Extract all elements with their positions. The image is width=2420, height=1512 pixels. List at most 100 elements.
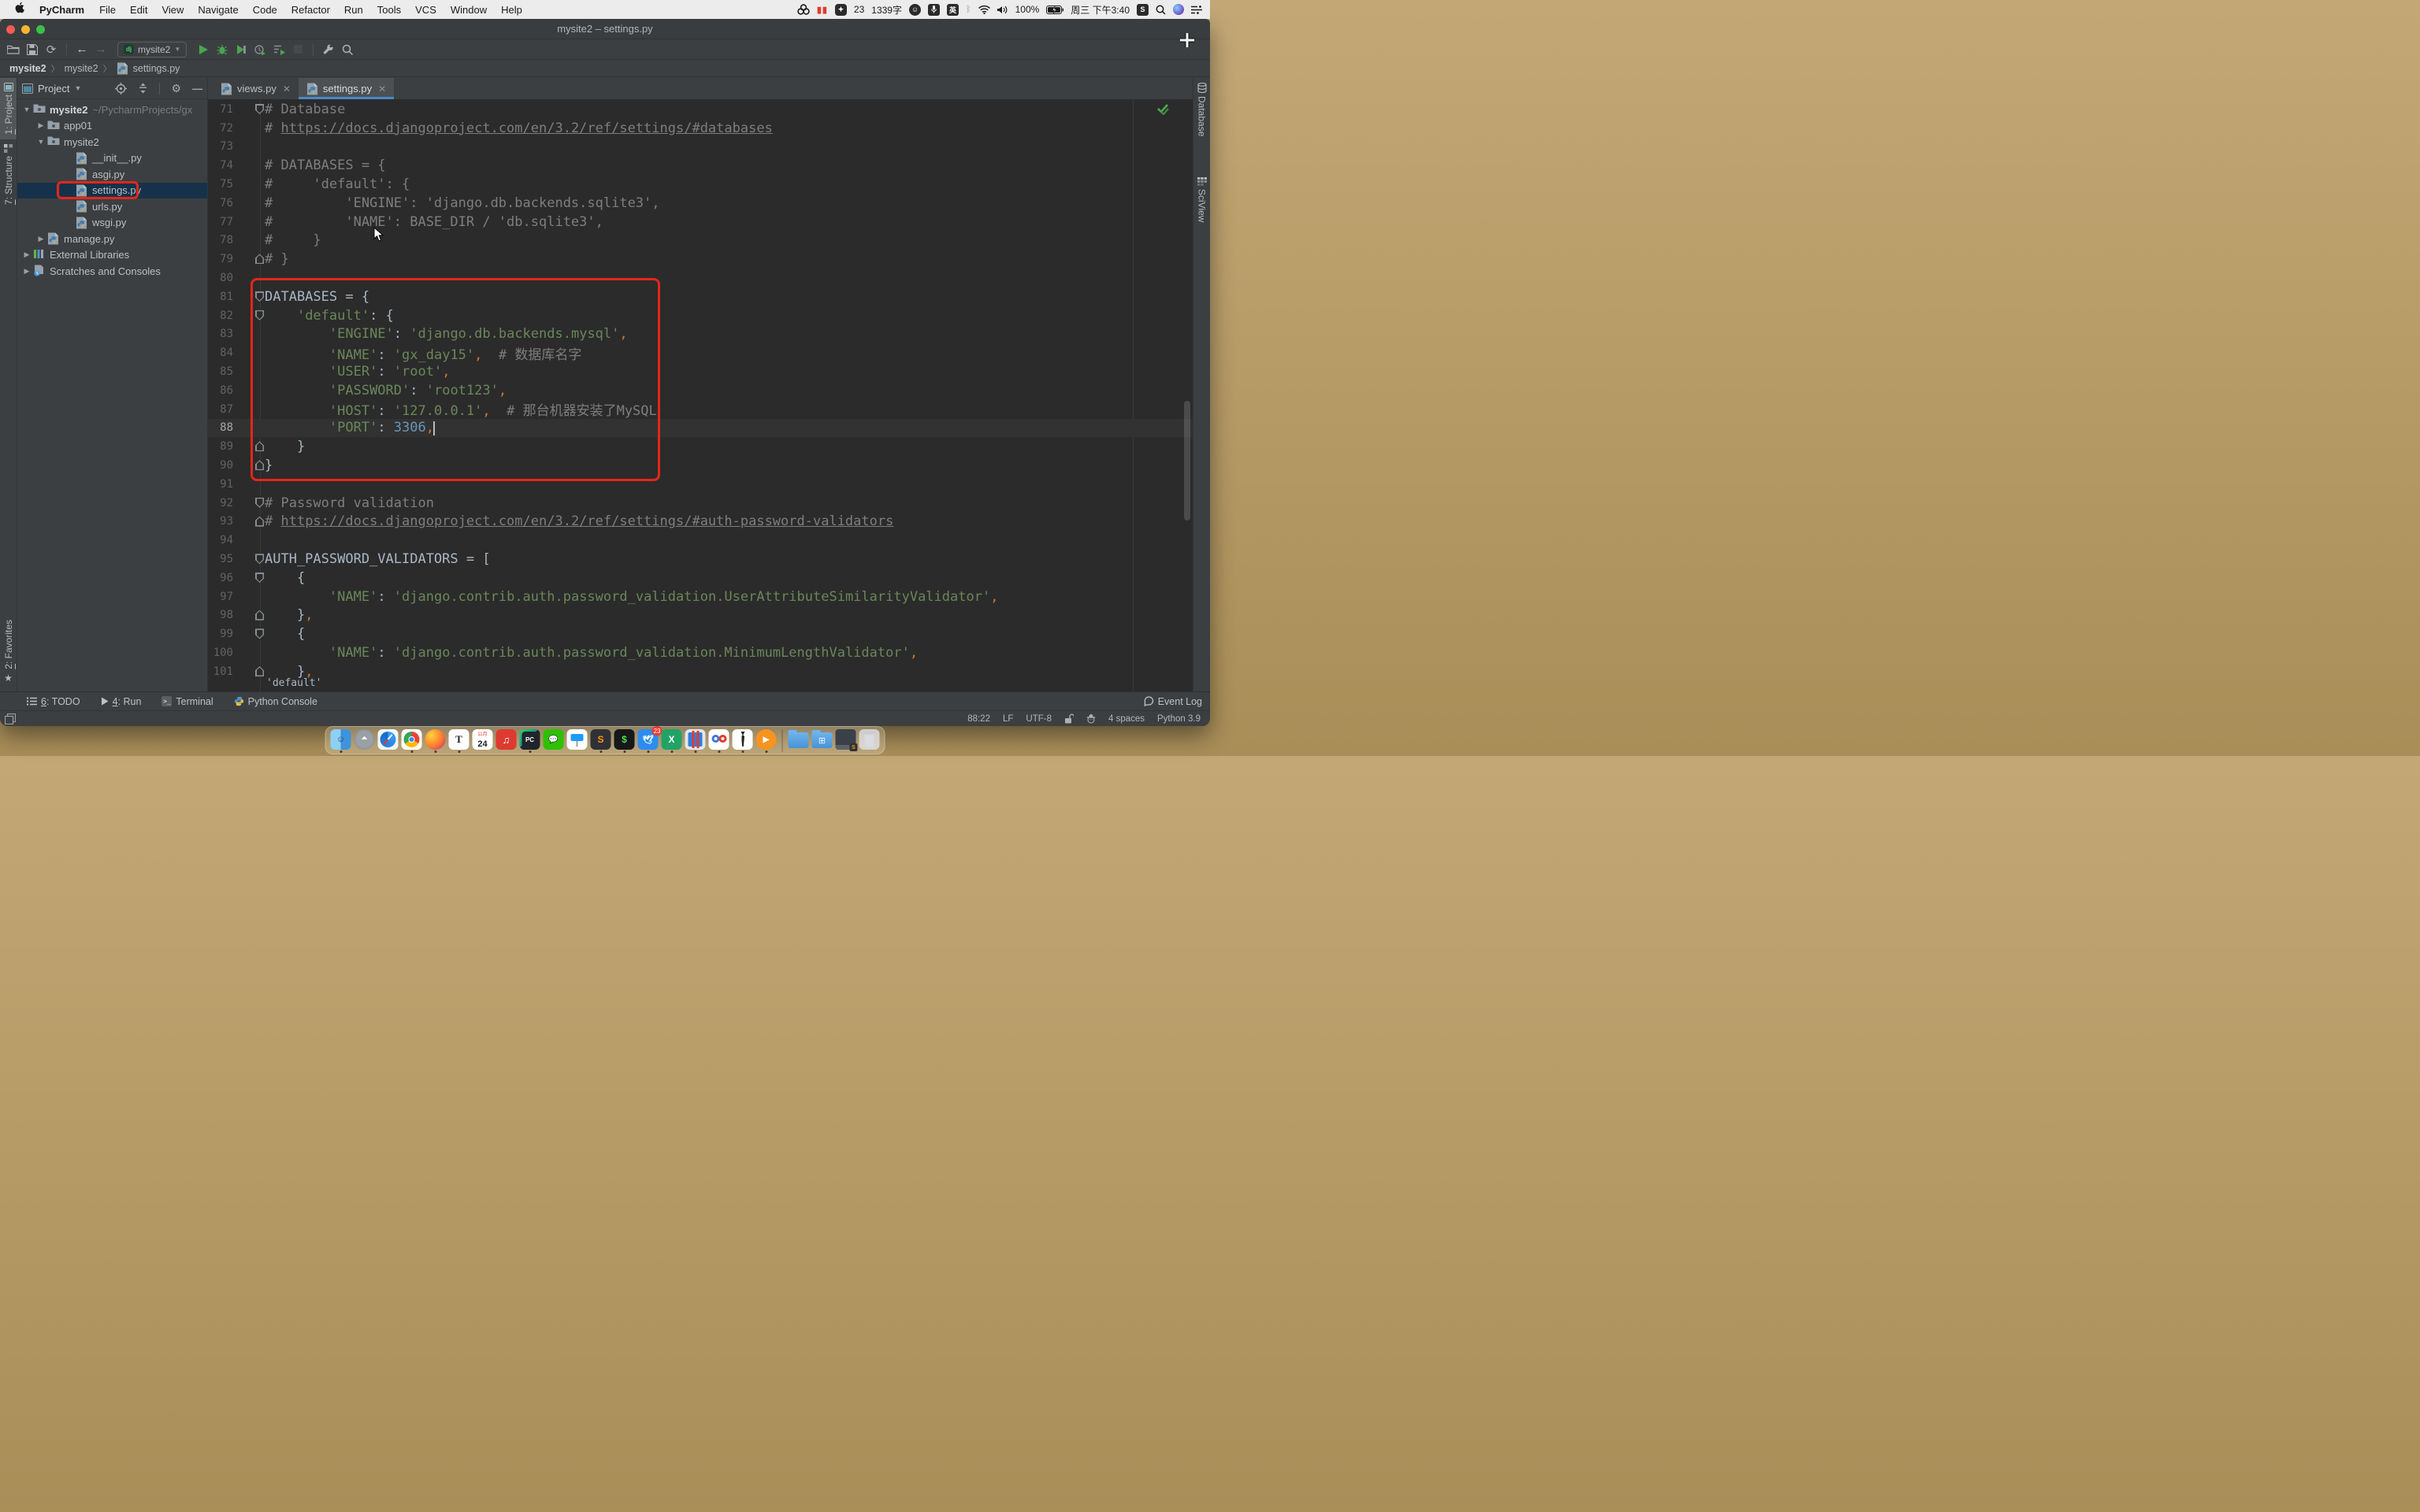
code-line-85[interactable]: 85 'USER': 'root',	[208, 362, 1193, 381]
volume-icon[interactable]	[997, 6, 1008, 14]
status-88-22[interactable]: 88:22	[967, 714, 990, 724]
fold-marker-icon[interactable]	[255, 610, 264, 621]
window-title-bar[interactable]: mysite2 – settings.py	[0, 19, 1210, 39]
code-line-96[interactable]: 96 {	[208, 569, 1193, 587]
fold-marker-icon[interactable]	[255, 291, 264, 302]
code-line-73[interactable]: 73	[208, 138, 1193, 157]
menu-item-code[interactable]: Code	[246, 4, 284, 16]
breadcrumb-item-mysite2[interactable]: mysite2	[65, 63, 98, 74]
code-line-77[interactable]: 77# 'NAME': BASE_DIR / 'db.sqlite3',	[208, 213, 1193, 232]
tree-item-settings-py[interactable]: settings.py	[17, 183, 207, 199]
code-line-87[interactable]: 87 'HOST': '127.0.0.1', # 那台机器安装了MySQL	[208, 400, 1193, 419]
code-line-76[interactable]: 76# 'ENGINE': 'django.db.backends.sqlite…	[208, 194, 1193, 213]
dock-item-keynote[interactable]	[567, 729, 588, 750]
status-utf-8[interactable]: UTF-8	[1026, 714, 1052, 724]
dock-item-parallels[interactable]	[685, 729, 706, 750]
menu-item-vcs[interactable]: VCS	[408, 4, 444, 16]
fold-marker-icon[interactable]	[255, 628, 264, 639]
minimize-window-button[interactable]	[21, 25, 30, 34]
tree-item-scratches-and-consoles[interactable]: ▶Scratches and Consoles	[17, 263, 207, 280]
code-line-83[interactable]: 83 'ENGINE': 'django.db.backends.mysql',	[208, 325, 1193, 344]
settings-wrench-button[interactable]	[321, 43, 336, 57]
tree-expand-arrow[interactable]: ▶	[35, 235, 47, 243]
menu-item-view[interactable]: View	[154, 4, 191, 16]
dock-item-calendar[interactable]: 11月24	[473, 729, 493, 750]
tool-stripe-database[interactable]: Database	[1193, 78, 1210, 141]
save-all-button[interactable]	[25, 43, 39, 57]
dock-item-excel[interactable]: X	[662, 729, 682, 750]
list-status-icon[interactable]	[1191, 6, 1202, 14]
siri-status-icon[interactable]	[1173, 4, 1184, 15]
breadcrumb-item-mysite2[interactable]: mysite2	[9, 63, 46, 74]
tab-views.py[interactable]: views.py✕	[213, 78, 299, 99]
wifi-status-icon[interactable]	[978, 6, 990, 14]
menu-item-tools[interactable]: Tools	[370, 4, 408, 16]
menu-item-run[interactable]: Run	[337, 4, 370, 16]
toolwindow-toggle-icon[interactable]	[5, 713, 16, 724]
status-lf[interactable]: LF	[1003, 714, 1013, 724]
code-line-72[interactable]: 72# https://docs.djangoproject.com/en/3.…	[208, 119, 1193, 138]
menubar-status-text[interactable]: 1339字	[871, 3, 902, 17]
fold-marker-icon[interactable]	[255, 666, 264, 676]
tool-stripe-sciview[interactable]: SciView	[1193, 172, 1210, 227]
profiler-button[interactable]	[253, 43, 267, 57]
locate-file-icon[interactable]	[115, 83, 127, 94]
dock-item-safari[interactable]	[378, 729, 399, 750]
dock-item-chrome[interactable]	[402, 729, 422, 750]
tool-stripe-1-project[interactable]: 1: Project	[0, 78, 17, 139]
close-tab-icon[interactable]: ✕	[283, 83, 291, 94]
wordcount-app-icon[interactable]: ☺	[909, 4, 921, 16]
chevron-down-icon[interactable]: ▼	[74, 84, 81, 92]
code-line-75[interactable]: 75# 'default': {	[208, 175, 1193, 194]
tree-expand-arrow[interactable]: ▼	[35, 138, 47, 146]
menubar-status-text[interactable]: 100%	[1015, 4, 1040, 15]
code-line-82[interactable]: 82 'default': {	[208, 306, 1193, 325]
toolwindow-button-event-log[interactable]: Event Log	[1144, 696, 1202, 707]
dock-item-folder-windows[interactable]: ⊞	[812, 732, 833, 748]
apple-menu-icon[interactable]	[8, 2, 32, 17]
menu-item-file[interactable]: File	[92, 4, 123, 16]
hide-panel-icon[interactable]: —	[192, 83, 202, 94]
collapse-all-icon[interactable]	[138, 83, 148, 94]
editor-scrollbar[interactable]	[1184, 401, 1190, 521]
menubar-status-text[interactable]: 23	[854, 4, 864, 15]
tree-expand-arrow[interactable]: ▼	[20, 106, 33, 113]
navigate-forward-button[interactable]: →	[94, 43, 108, 57]
tab-settings.py[interactable]: settings.py✕	[299, 78, 394, 99]
tree-item-external-libraries[interactable]: ▶External Libraries	[17, 247, 207, 264]
battery-charging-icon[interactable]	[1046, 6, 1063, 14]
mic-status-icon[interactable]	[928, 4, 940, 16]
bird-status-icon[interactable]: ✦	[835, 4, 847, 16]
project-panel-title[interactable]: Project	[38, 83, 69, 94]
fold-marker-icon[interactable]	[255, 517, 264, 527]
dock-item-pycharm[interactable]: PC	[520, 729, 540, 750]
menu-item-window[interactable]: Window	[444, 4, 494, 16]
fold-marker-icon[interactable]	[255, 254, 264, 264]
fold-marker-icon[interactable]	[255, 498, 264, 508]
input-method-badge[interactable]: S	[1137, 4, 1149, 16]
circles-status-icon[interactable]	[797, 4, 810, 15]
spotlight-search-icon[interactable]	[1156, 5, 1166, 15]
dock-item-finder[interactable]: ☺	[331, 729, 351, 750]
tree-item-app01[interactable]: ▶app01	[17, 118, 207, 135]
code-line-86[interactable]: 86 'PASSWORD': 'root123',	[208, 381, 1193, 400]
tree-item-urls-py[interactable]: urls.py	[17, 198, 207, 215]
inspections-ok-icon[interactable]	[1156, 102, 1172, 115]
code-line-94[interactable]: 94	[208, 531, 1193, 550]
stop-button[interactable]	[291, 43, 305, 57]
toolwindow-button-6-todo[interactable]: 6: TODO	[27, 696, 80, 707]
toolwindow-button-4-run[interactable]: 4: Run	[101, 696, 142, 707]
fold-marker-icon[interactable]	[255, 554, 264, 564]
bluetooth-icon[interactable]: ᛒ	[966, 5, 971, 14]
tree-item-manage-py[interactable]: ▶manage.py	[17, 231, 207, 247]
bt-status-icon[interactable]: ᛒ	[966, 5, 971, 14]
battery-status-icon[interactable]	[1046, 6, 1063, 14]
run-configuration-select[interactable]: djmysite2▼	[117, 42, 187, 57]
dock-item-netease[interactable]: ♫	[496, 729, 517, 750]
close-tab-icon[interactable]: ✕	[378, 83, 386, 94]
code-line-97[interactable]: 97 'NAME': 'django.contrib.auth.password…	[208, 587, 1193, 606]
code-line-99[interactable]: 99 {	[208, 624, 1193, 643]
search-everywhere-button[interactable]	[340, 43, 354, 57]
menubar-status-text[interactable]: 周三 下午3:40	[1071, 3, 1130, 17]
wifi-icon[interactable]	[978, 6, 990, 14]
